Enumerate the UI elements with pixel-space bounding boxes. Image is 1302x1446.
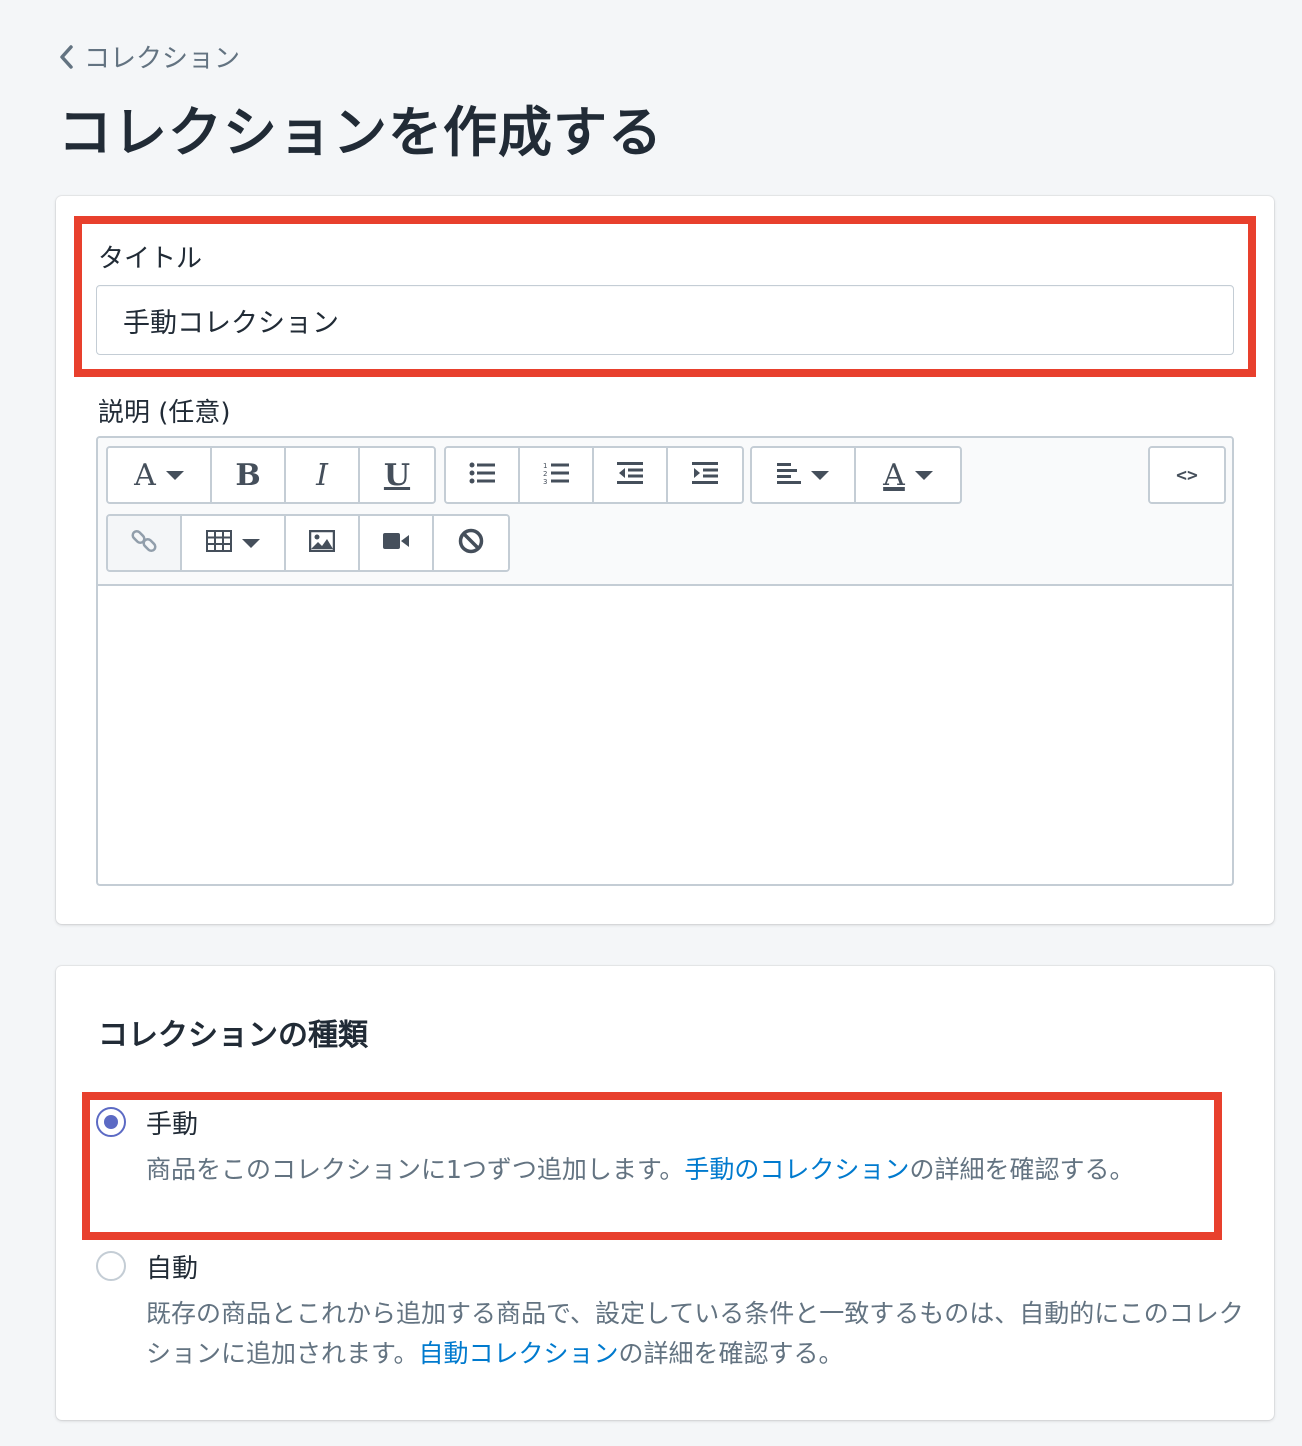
chevron-left-icon xyxy=(58,44,74,70)
align-left-icon xyxy=(777,462,801,488)
radio-selected-dot xyxy=(104,1115,118,1129)
underline-button[interactable]: U xyxy=(360,448,434,502)
svg-text:2: 2 xyxy=(543,470,547,478)
manual-help-after: の詳細を確認する。 xyxy=(909,1155,1135,1184)
italic-button[interactable]: I xyxy=(286,448,360,502)
caret-down-icon xyxy=(165,470,184,480)
text-color-icon: A xyxy=(883,457,905,493)
outdent-icon xyxy=(617,462,643,488)
collection-type-card: コレクションの種類 手動 商品をこのコレクションに1つずつ追加します。手動のコレ… xyxy=(56,966,1274,1420)
numbered-list-icon: 123 xyxy=(543,461,569,489)
manual-help-before: 商品をこのコレクションに1つずつ追加します。 xyxy=(146,1155,685,1184)
title-input[interactable] xyxy=(96,285,1234,355)
table-button[interactable] xyxy=(182,516,286,570)
rich-text-editor: A B I U 1 2 3 A <> xyxy=(96,436,1234,886)
description-label: 説明 (任意) xyxy=(98,398,231,428)
caret-down-icon xyxy=(914,470,933,480)
breadcrumb[interactable]: コレクション xyxy=(58,38,240,75)
insert-group xyxy=(106,514,510,572)
editor-content-area[interactable] xyxy=(98,584,1232,884)
manual-collection-link[interactable]: 手動のコレクション xyxy=(684,1155,909,1184)
video-icon xyxy=(383,532,409,554)
outdent-button[interactable] xyxy=(594,448,668,502)
automatic-help-after: の詳細を確認する。 xyxy=(618,1339,844,1368)
numbered-list-button[interactable]: 123 xyxy=(520,448,594,502)
bulleted-list-button[interactable] xyxy=(446,448,520,502)
clear-formatting-button[interactable] xyxy=(434,516,508,570)
details-card: タイトル 説明 (任意) A B I U xyxy=(56,196,1274,924)
manual-radio-label[interactable]: 手動 xyxy=(146,1104,198,1141)
indent-button[interactable] xyxy=(668,448,742,502)
link-button[interactable] xyxy=(108,516,182,570)
image-button[interactable] xyxy=(286,516,360,570)
html-toggle-button[interactable]: <> xyxy=(1150,448,1224,502)
bold-icon: B xyxy=(235,457,261,493)
editor-toolbar: A B I U 1 2 3 A <> xyxy=(98,438,1232,586)
bulleted-list-icon xyxy=(469,462,495,488)
table-icon xyxy=(206,530,232,556)
code-icon: <> xyxy=(1176,464,1198,486)
html-group: <> xyxy=(1148,446,1226,504)
title-label: タイトル xyxy=(98,244,203,274)
text-color-button[interactable]: A xyxy=(856,448,960,502)
italic-icon: I xyxy=(316,457,328,493)
svg-text:1: 1 xyxy=(543,462,547,470)
font-style-button[interactable]: A xyxy=(108,448,212,502)
bold-button[interactable]: B xyxy=(212,448,286,502)
align-color-group: A xyxy=(750,446,962,504)
manual-help-text: 商品をこのコレクションに1つずつ追加します。手動のコレクションの詳細を確認する。 xyxy=(146,1150,1202,1190)
link-icon xyxy=(131,528,157,558)
video-button[interactable] xyxy=(360,516,434,570)
indent-icon xyxy=(692,462,718,488)
page-title: コレクションを作成する xyxy=(58,101,663,164)
caret-down-icon xyxy=(811,470,829,480)
format-group: A B I U xyxy=(106,446,436,504)
automatic-radio[interactable] xyxy=(96,1251,126,1281)
automatic-help-text: 既存の商品とこれから追加する商品で、設定している条件と一致するものは、自動的にこ… xyxy=(146,1294,1246,1374)
font-style-icon: A xyxy=(134,457,156,493)
underline-icon: U xyxy=(383,457,411,493)
automatic-radio-label[interactable]: 自動 xyxy=(146,1248,198,1285)
align-button[interactable] xyxy=(752,448,856,502)
svg-text:3: 3 xyxy=(543,478,547,485)
list-group: 123 xyxy=(444,446,744,504)
manual-radio[interactable] xyxy=(96,1107,126,1137)
automatic-collection-link[interactable]: 自動コレクション xyxy=(419,1339,619,1368)
image-icon xyxy=(308,529,336,556)
caret-down-icon xyxy=(242,538,260,548)
collection-type-heading: コレクションの種類 xyxy=(98,1018,368,1053)
breadcrumb-label: コレクション xyxy=(84,44,241,74)
clear-formatting-icon xyxy=(458,528,484,558)
